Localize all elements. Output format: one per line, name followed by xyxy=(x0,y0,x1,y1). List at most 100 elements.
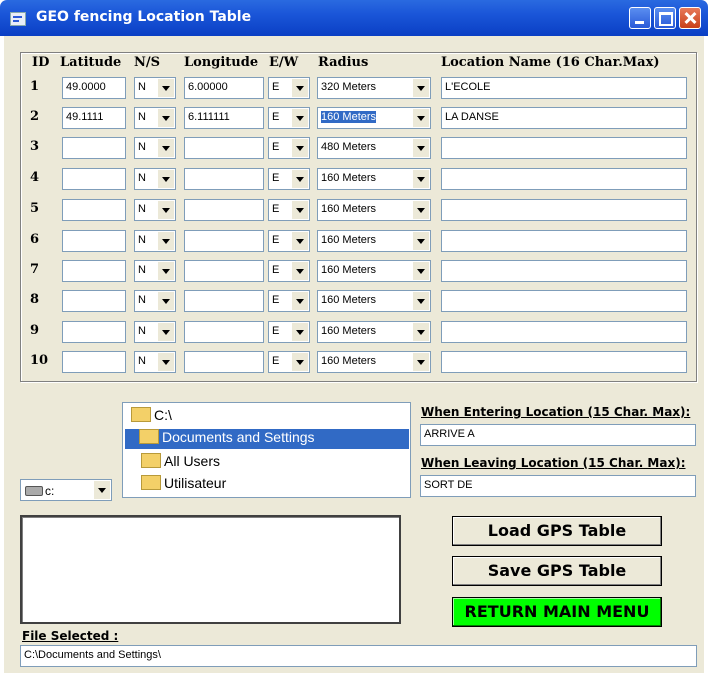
latitude-input[interactable] xyxy=(62,230,126,252)
chevron-down-icon[interactable] xyxy=(158,353,174,371)
location-name-input[interactable]: LA DANSE xyxy=(441,107,687,129)
location-name-input[interactable] xyxy=(441,199,687,221)
chevron-down-icon[interactable] xyxy=(292,79,308,97)
chevron-down-icon[interactable] xyxy=(413,262,429,280)
location-name-input[interactable] xyxy=(441,321,687,343)
longitude-input[interactable] xyxy=(184,351,264,373)
chevron-down-icon[interactable] xyxy=(413,139,429,157)
chevron-down-icon[interactable] xyxy=(158,262,174,280)
ns-select[interactable]: N xyxy=(134,230,176,252)
title-bar[interactable]: GEO fencing Location Table xyxy=(0,0,708,36)
directory-item[interactable]: All Users xyxy=(141,453,220,473)
radius-select[interactable]: 480 Meters xyxy=(317,137,431,159)
chevron-down-icon[interactable] xyxy=(158,79,174,97)
ew-select[interactable]: E xyxy=(268,107,310,129)
chevron-down-icon[interactable] xyxy=(158,232,174,250)
latitude-input[interactable]: 49.1111 xyxy=(62,107,126,129)
directory-item-selected[interactable]: Documents and Settings xyxy=(125,429,409,449)
return-main-menu-button[interactable]: RETURN MAIN MENU xyxy=(452,597,662,627)
directory-item[interactable]: C:\ xyxy=(131,407,401,427)
longitude-input[interactable]: 6.00000 xyxy=(184,77,264,99)
longitude-input[interactable]: 6.111111 xyxy=(184,107,264,129)
chevron-down-icon[interactable] xyxy=(292,170,308,188)
minimize-icon[interactable] xyxy=(629,7,651,29)
longitude-input[interactable] xyxy=(184,290,264,312)
longitude-input[interactable] xyxy=(184,199,264,221)
ns-select[interactable]: N xyxy=(134,137,176,159)
longitude-input[interactable] xyxy=(184,137,264,159)
latitude-input[interactable] xyxy=(62,321,126,343)
radius-select[interactable]: 160 Meters xyxy=(317,351,431,373)
maximize-icon[interactable] xyxy=(654,7,676,29)
ew-select[interactable]: E xyxy=(268,351,310,373)
chevron-down-icon[interactable] xyxy=(413,232,429,250)
chevron-down-icon[interactable] xyxy=(158,323,174,341)
radius-select[interactable]: 320 Meters xyxy=(317,77,431,99)
location-name-input[interactable] xyxy=(441,351,687,373)
chevron-down-icon[interactable] xyxy=(413,109,429,127)
latitude-input[interactable] xyxy=(62,199,126,221)
chevron-down-icon[interactable] xyxy=(292,323,308,341)
leaving-message-input[interactable]: SORT DE xyxy=(420,475,696,497)
chevron-down-icon[interactable] xyxy=(292,201,308,219)
chevron-down-icon[interactable] xyxy=(292,292,308,310)
ew-select[interactable]: E xyxy=(268,168,310,190)
location-name-input[interactable] xyxy=(441,230,687,252)
radius-select[interactable]: 160 Meters xyxy=(317,230,431,252)
ns-select[interactable]: N xyxy=(134,77,176,99)
latitude-input[interactable] xyxy=(62,290,126,312)
load-gps-table-button[interactable]: Load GPS Table xyxy=(452,516,662,546)
chevron-down-icon[interactable] xyxy=(292,353,308,371)
ns-select[interactable]: N xyxy=(134,199,176,221)
chevron-down-icon[interactable] xyxy=(158,139,174,157)
chevron-down-icon[interactable] xyxy=(158,292,174,310)
chevron-down-icon[interactable] xyxy=(94,481,110,499)
ew-select[interactable]: E xyxy=(268,230,310,252)
radius-select[interactable]: 160 Meters xyxy=(317,168,431,190)
chevron-down-icon[interactable] xyxy=(292,139,308,157)
longitude-input[interactable] xyxy=(184,260,264,282)
chevron-down-icon[interactable] xyxy=(292,262,308,280)
location-name-input[interactable] xyxy=(441,137,687,159)
file-selected-path[interactable]: C:\Documents and Settings\ xyxy=(20,645,697,667)
radius-select[interactable]: 160 Meters xyxy=(317,290,431,312)
location-name-input[interactable] xyxy=(441,290,687,312)
radius-select[interactable]: 160 Meters xyxy=(317,260,431,282)
ew-select[interactable]: E xyxy=(268,137,310,159)
chevron-down-icon[interactable] xyxy=(413,353,429,371)
radius-select[interactable]: 160 Meters xyxy=(317,107,431,129)
ns-select[interactable]: N xyxy=(134,321,176,343)
chevron-down-icon[interactable] xyxy=(413,170,429,188)
ns-select[interactable]: N xyxy=(134,168,176,190)
chevron-down-icon[interactable] xyxy=(413,323,429,341)
window-app-icon[interactable] xyxy=(10,12,26,26)
chevron-down-icon[interactable] xyxy=(292,109,308,127)
ew-select[interactable]: E xyxy=(268,321,310,343)
longitude-input[interactable] xyxy=(184,230,264,252)
ns-select[interactable]: N xyxy=(134,351,176,373)
latitude-input[interactable] xyxy=(62,260,126,282)
chevron-down-icon[interactable] xyxy=(158,170,174,188)
ew-select[interactable]: E xyxy=(268,260,310,282)
longitude-input[interactable] xyxy=(184,168,264,190)
radius-select[interactable]: 160 Meters xyxy=(317,321,431,343)
location-name-input[interactable] xyxy=(441,260,687,282)
chevron-down-icon[interactable] xyxy=(292,232,308,250)
ew-select[interactable]: E xyxy=(268,199,310,221)
ew-select[interactable]: E xyxy=(268,77,310,99)
entering-message-input[interactable]: ARRIVE A xyxy=(420,424,696,446)
radius-select[interactable]: 160 Meters xyxy=(317,199,431,221)
longitude-input[interactable] xyxy=(184,321,264,343)
latitude-input[interactable] xyxy=(62,168,126,190)
chevron-down-icon[interactable] xyxy=(158,201,174,219)
chevron-down-icon[interactable] xyxy=(413,79,429,97)
ew-select[interactable]: E xyxy=(268,290,310,312)
chevron-down-icon[interactable] xyxy=(158,109,174,127)
drive-select[interactable]: c: xyxy=(20,479,112,501)
latitude-input[interactable]: 49.0000 xyxy=(62,77,126,99)
chevron-down-icon[interactable] xyxy=(413,292,429,310)
file-list-box[interactable] xyxy=(20,515,401,624)
ns-select[interactable]: N xyxy=(134,107,176,129)
close-icon[interactable] xyxy=(679,7,701,29)
latitude-input[interactable] xyxy=(62,351,126,373)
